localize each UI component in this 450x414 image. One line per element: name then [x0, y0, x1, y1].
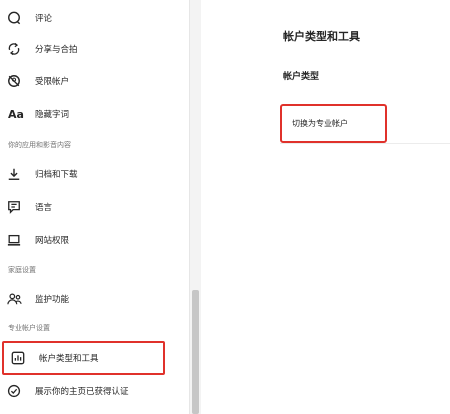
chart-icon	[10, 350, 26, 366]
main-panel: 帐户类型和工具 帐户类型 切换为专业帐户	[201, 0, 450, 414]
supervision-icon	[6, 291, 22, 307]
sidebar-item-restricted[interactable]: 受限帐户	[6, 66, 69, 96]
switch-to-professional-label: 切换为专业帐户	[292, 119, 348, 128]
verified-icon	[6, 383, 22, 399]
sidebar-item-label: 归档和下载	[35, 170, 78, 180]
sidebar-item-language[interactable]: 语言	[6, 192, 52, 222]
sidebar-item-label: 评论	[35, 14, 53, 24]
sidebar-item-archive-download[interactable]: 归档和下载	[6, 159, 78, 189]
settings-sidebar: 评论 分享与合拍 受限帐户 Aa 隐藏字词 你的应用和影音内容 归档和下载 语言…	[0, 0, 191, 414]
download-icon	[6, 166, 22, 182]
sidebar-item-comments[interactable]: 评论	[6, 3, 52, 33]
sidebar-item-label: 展示你的主页已获得认证	[35, 387, 129, 397]
sidebar-item-verified[interactable]: 展示你的主页已获得认证	[6, 376, 129, 406]
sidebar-item-label: 监护功能	[35, 295, 70, 305]
laptop-icon	[6, 232, 22, 248]
hidden-words-icon: Aa	[8, 107, 24, 121]
restricted-icon	[6, 73, 22, 89]
section-heading-family: 家庭设置	[8, 266, 36, 274]
section-heading-apps-media: 你的应用和影音内容	[8, 141, 71, 149]
comment-icon	[6, 10, 22, 26]
section-title-account-type: 帐户类型	[283, 72, 320, 82]
sidebar-item-account-type-tools[interactable]: 帐户类型和工具	[2, 341, 165, 375]
scrollbar-thumb[interactable]	[192, 290, 199, 414]
sidebar-item-label: 受限帐户	[35, 77, 70, 87]
sidebar-item-supervision[interactable]: 监护功能	[6, 284, 69, 314]
section-heading-professional: 专业帐户设置	[8, 324, 50, 332]
page-title: 帐户类型和工具	[283, 30, 360, 43]
sidebar-scrollbar[interactable]	[189, 0, 201, 414]
sidebar-item-label: 网站权限	[35, 236, 70, 246]
divider	[280, 143, 450, 144]
sidebar-item-label: 分享与合拍	[35, 45, 78, 55]
sidebar-item-label: 帐户类型和工具	[39, 354, 99, 364]
switch-to-professional-button[interactable]: 切换为专业帐户	[280, 104, 387, 143]
sidebar-item-website-permissions[interactable]: 网站权限	[6, 225, 69, 255]
sidebar-item-label: 语言	[35, 203, 53, 213]
sidebar-item-hidden-words[interactable]: Aa 隐藏字词	[6, 99, 69, 129]
sidebar-item-sharing[interactable]: 分享与合拍	[6, 34, 78, 64]
share-remix-icon	[6, 41, 22, 57]
language-icon	[6, 199, 22, 215]
sidebar-item-label: 隐藏字词	[35, 110, 70, 120]
